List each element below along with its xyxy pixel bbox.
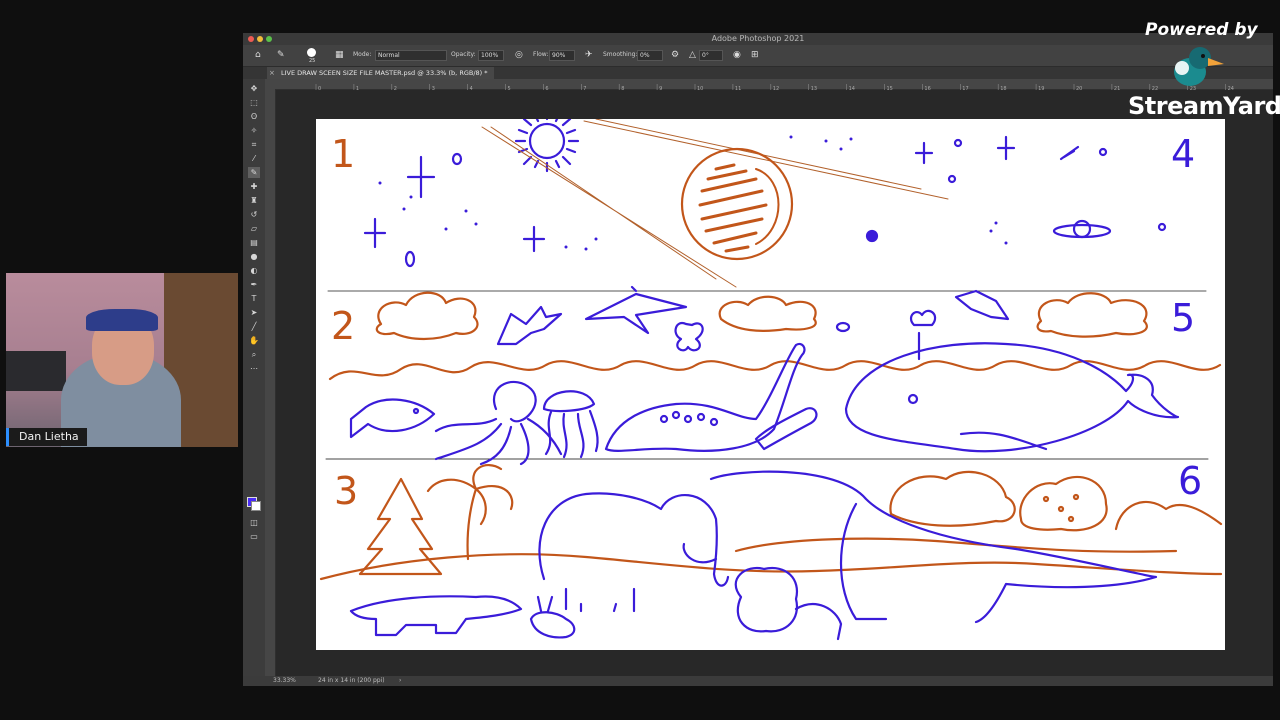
document-size: 24 in x 14 in (200 ppi) — [318, 677, 385, 684]
quick-select-tool-icon[interactable]: ✧ — [248, 125, 260, 136]
streamyard-logo-text: StreamYard — [1128, 92, 1280, 120]
moon — [680, 147, 794, 261]
brush-preset-picker[interactable] — [307, 48, 316, 57]
smoothing-label: Smoothing: — [603, 51, 638, 58]
title-bar: Adobe Photoshop 2021 — [243, 33, 1273, 45]
brush-size: 25 — [309, 58, 316, 64]
panel-number-1: 1 — [331, 132, 355, 176]
mode-select[interactable]: Normal — [375, 50, 447, 61]
elephant — [538, 492, 730, 613]
bushes — [889, 470, 1223, 532]
brachiosaurus — [709, 470, 1158, 624]
blur-tool-icon[interactable]: ● — [248, 251, 260, 262]
powered-by-label: Powered by — [1145, 20, 1258, 40]
gear-icon[interactable]: ⚙ — [671, 50, 679, 60]
brush-settings-icon[interactable]: ▦ — [335, 50, 344, 60]
pterodactyl — [584, 285, 688, 335]
pressure-opacity-icon[interactable]: ◎ — [515, 50, 523, 60]
path-select-tool-icon[interactable]: ➤ — [248, 307, 260, 318]
gradient-tool-icon[interactable]: ▤ — [248, 237, 260, 248]
angle-icon: △ — [689, 50, 696, 60]
bat — [496, 305, 563, 346]
clone-stamp-tool-icon[interactable]: ♜ — [248, 195, 260, 206]
rabbit — [529, 595, 576, 639]
window-title: Adobe Photoshop 2021 — [711, 34, 805, 43]
presenter-name-tag: Dan Lietha — [6, 428, 87, 446]
home-icon[interactable]: ⌂ — [255, 50, 261, 60]
document-tab-bar: LIVE DRAW SCEEN SIZE FILE MASTER.psd @ 3… — [243, 67, 1273, 79]
quick-mask-icon[interactable]: ◫ — [248, 517, 260, 528]
lobster — [754, 407, 818, 451]
ruler-vertical — [265, 89, 276, 676]
more-tools-icon[interactable]: ⋯ — [248, 363, 260, 374]
type-tool-icon[interactable]: T — [248, 293, 260, 304]
flow-input[interactable]: 90% — [549, 50, 575, 61]
line-tool-icon[interactable]: ╱ — [248, 321, 260, 332]
opacity-label: Opacity: — [451, 51, 476, 58]
lasso-tool-icon[interactable]: ʘ — [248, 111, 260, 122]
crop-tool-icon[interactable]: ⌗ — [248, 139, 260, 150]
opacity-input[interactable]: 100% — [478, 50, 504, 61]
sun — [514, 119, 580, 173]
fish — [349, 398, 436, 439]
pine-tree — [358, 477, 443, 576]
eyedropper-tool-icon[interactable]: ⁄ — [248, 153, 260, 164]
close-icon[interactable]: × — [269, 67, 275, 79]
planet-saturn — [1052, 219, 1112, 239]
panel-number-5: 5 — [1171, 296, 1195, 340]
whale — [844, 309, 1180, 453]
brush-tool-icon[interactable]: ✎ — [248, 167, 260, 178]
hand-tool-icon[interactable]: ✋ — [248, 335, 260, 346]
panel-number-4: 4 — [1171, 132, 1195, 176]
bee — [835, 321, 851, 333]
butterfly — [674, 321, 704, 352]
jellyfish — [542, 390, 599, 459]
tools-panel: ✥ ⬚ ʘ ✧ ⌗ ⁄ ✎ ✚ ♜ ↺ ▱ ▤ ● ◐ ✒ T ➤ ╱ ✋ ⌕ … — [243, 79, 266, 676]
crocodile — [349, 595, 523, 637]
streamyard-duck-logo — [1174, 47, 1224, 86]
zoom-level[interactable]: 33.33% — [273, 677, 296, 684]
palm-tree — [426, 463, 514, 561]
options-bar: ⌂ ✎ 25 ▦ Mode: Normal Opacity: 100% ◎ Fl… — [243, 45, 1273, 67]
pressure-size-icon[interactable]: ◉ — [733, 50, 741, 60]
panel-number-3: 3 — [334, 469, 358, 513]
dodge-tool-icon[interactable]: ◐ — [248, 265, 260, 276]
background-color-swatch[interactable] — [251, 501, 261, 511]
octopus — [434, 380, 563, 466]
bird — [954, 289, 1010, 321]
history-brush-tool-icon[interactable]: ↺ — [248, 209, 260, 220]
symmetry-icon[interactable]: ⊞ — [751, 50, 759, 60]
document-canvas[interactable]: 1 4 2 5 3 6 — [316, 119, 1225, 650]
document-tab-label: LIVE DRAW SCEEN SIZE FILE MASTER.psd @ 3… — [281, 69, 488, 77]
hills — [319, 537, 1223, 581]
zoom-tool-icon[interactable]: ⌕ — [248, 349, 260, 360]
lion — [734, 566, 843, 641]
marquee-tool-icon[interactable]: ⬚ — [248, 97, 260, 108]
ruler-horizontal: 0 1 2 3 4 5 6 7 8 9 10 11 12 13 14 15 16 17 18 19 20 21 22 23 24 — [265, 79, 1273, 94]
star-dots — [378, 135, 1008, 251]
eraser-tool-icon[interactable]: ▱ — [248, 223, 260, 234]
status-bar: 33.33% 24 in x 14 in (200 ppi) › — [243, 676, 1273, 686]
plesiosaur — [604, 342, 806, 452]
presenter-webcam — [6, 273, 238, 447]
pen-tool-icon[interactable]: ✒ — [248, 279, 260, 290]
smoothing-input[interactable]: 0% — [637, 50, 663, 61]
spot-healing-tool-icon[interactable]: ✚ — [248, 181, 260, 192]
airbrush-icon[interactable]: ✈ — [585, 50, 593, 60]
angle-input[interactable]: 0° — [699, 50, 723, 61]
document-tab[interactable]: LIVE DRAW SCEEN SIZE FILE MASTER.psd @ 3… — [267, 67, 494, 79]
clouds — [375, 291, 1148, 341]
brush-tool-icon[interactable]: ✎ — [277, 50, 285, 60]
status-menu-icon[interactable]: › — [399, 677, 401, 684]
move-tool-icon[interactable]: ✥ — [248, 83, 260, 94]
panel-number-6: 6 — [1178, 459, 1202, 503]
screen-mode-icon[interactable]: ▭ — [248, 531, 260, 542]
drawing: 1 4 2 5 3 6 — [319, 119, 1223, 641]
flow-label: Flow: — [533, 51, 549, 58]
cap — [86, 309, 158, 331]
mode-label: Mode: — [353, 51, 372, 58]
monitor — [6, 351, 66, 391]
panel-number-2: 2 — [331, 304, 355, 348]
